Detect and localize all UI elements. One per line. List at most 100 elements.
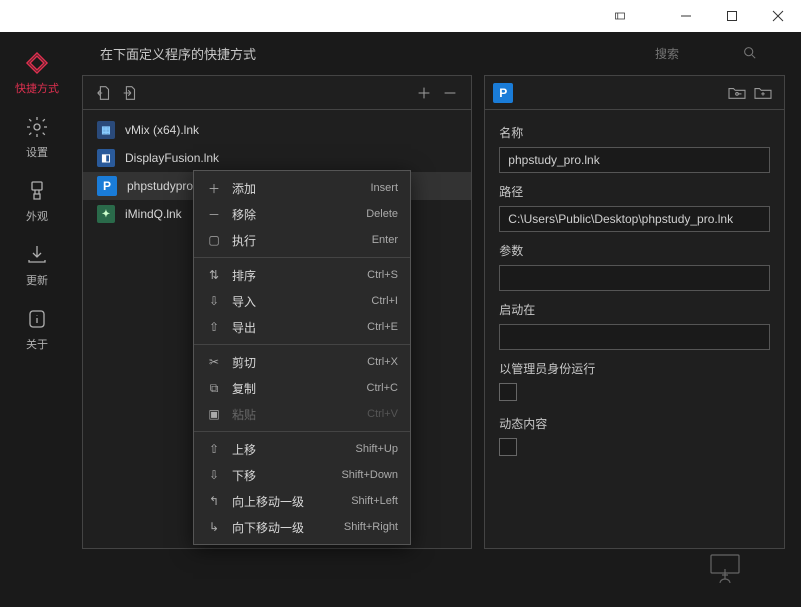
titlebar-extra-icon[interactable] [597,0,643,32]
menu-item-icon: ＋ [206,180,222,197]
minimize-button[interactable] [663,0,709,32]
menu-item-label: 复制 [232,380,357,397]
shortcuts-panel: ▦ vMix (x64).lnk ◧ DisplayFusion.lnk P p… [82,75,472,549]
menu-item-icon: ⇧ [206,442,222,456]
name-label: 名称 [499,124,770,141]
menu-item-shortcut: Delete [366,208,398,220]
menu-item-shortcut: Ctrl+X [367,356,398,368]
startin-label: 启动在 [499,301,770,318]
args-field[interactable] [499,265,770,291]
menu-item-shortcut: Ctrl+V [367,408,398,420]
gear-icon [24,114,50,140]
file-name: DisplayFusion.lnk [125,151,219,165]
context-menu-item[interactable]: －移除Delete [194,201,410,227]
context-menu-item[interactable]: ⇩ 导入 Ctrl+I [194,288,410,314]
admin-checkbox[interactable] [499,383,517,401]
context-menu-item[interactable]: ✂剪切Ctrl+X [194,349,410,375]
info-icon [24,306,50,332]
menu-item-icon: － [206,206,222,223]
add-icon[interactable] [413,82,435,104]
menu-item-label: 导出 [232,319,357,336]
menu-item-label: 下移 [232,467,331,484]
context-menu-item[interactable]: ⧉ 复制 Ctrl+C [194,375,410,401]
menu-item-icon: ▣ [206,407,222,421]
folder-key-icon[interactable] [726,82,748,104]
sidebar-item-settings[interactable]: 设置 [24,114,50,160]
file-name: iMindQ.lnk [125,207,182,221]
context-menu-item[interactable]: ↰向上移动一级Shift+Left [194,488,410,514]
menu-item-label: 添加 [232,180,360,197]
sidebar-item-label: 外观 [26,208,48,224]
menu-item-icon: ⇩ [206,294,222,308]
menu-item-icon: ▢ [206,233,222,247]
sidebar-item-appearance[interactable]: 外观 [24,178,50,224]
menu-item-label: 执行 [232,232,362,249]
context-menu-item[interactable]: ⇧ 导出 Ctrl+E [194,314,410,340]
sidebar-item-update[interactable]: 更新 [24,242,50,288]
path-field[interactable] [499,206,770,232]
app-icon: ◧ [97,149,115,167]
details-panel: P 名称 路径 参数 启动在 [484,75,785,549]
file-in-icon[interactable] [93,82,115,104]
context-menu: ＋添加Insert－移除Delete▢执行Enter⇅排序Ctrl+S⇩导入Ct… [193,170,411,545]
app-icon: ▦ [97,121,115,139]
menu-item-label: 粘贴 [232,406,357,423]
menu-item-icon: ⇅ [206,268,222,282]
diamond-icon [24,50,50,76]
menu-item-icon: ⇩ [206,468,222,482]
sidebar-item-about[interactable]: 关于 [24,306,50,352]
menu-item-shortcut: Shift+Right [344,521,398,533]
name-field[interactable] [499,147,770,173]
menu-item-label: 上移 [232,441,346,458]
menu-item-shortcut: Ctrl+E [367,321,398,333]
context-menu-item[interactable]: ＋添加Insert [194,175,410,201]
menu-item-icon: ⇧ [206,320,222,334]
sidebar-item-label: 更新 [26,272,48,288]
menu-item-icon: ⧉ [206,381,222,396]
menu-item-label: 导入 [232,293,361,310]
admin-label: 以管理员身份运行 [499,360,770,377]
menu-item-shortcut: Shift+Down [341,469,398,481]
file-out-icon[interactable] [119,82,141,104]
sidebar-item-label: 快捷方式 [15,80,59,96]
context-menu-item[interactable]: ⇅排序Ctrl+S [194,262,410,288]
shortcut-list: ▦ vMix (x64).lnk ◧ DisplayFusion.lnk P p… [83,110,471,234]
context-menu-item[interactable]: ▢ 执行 Enter [194,227,410,253]
menu-item-shortcut: Enter [372,234,398,246]
menu-item-shortcut: Shift+Up [356,443,399,455]
list-item[interactable]: ◧ DisplayFusion.lnk [83,144,471,172]
menu-item-shortcut: Ctrl+S [367,269,398,281]
dynamic-label: 动态内容 [499,415,770,432]
brush-icon [24,178,50,204]
page-title: 在下面定义程序的快捷方式 [82,44,655,63]
download-icon [24,242,50,268]
args-label: 参数 [499,242,770,259]
menu-item-icon: ✂ [206,355,222,369]
dynamic-checkbox[interactable] [499,438,517,456]
startin-field[interactable] [499,324,770,350]
sidebar-item-label: 设置 [26,144,48,160]
menu-item-icon: ↰ [206,494,222,508]
path-label: 路径 [499,183,770,200]
app-icon: P [97,176,117,196]
selected-app-icon: P [493,83,513,103]
list-item[interactable]: ▦ vMix (x64).lnk [83,116,471,144]
file-name: phpstudypro [127,179,193,193]
menu-item-shortcut: Ctrl+C [367,382,398,394]
context-menu-item[interactable]: ⇩ 下移 Shift+Down [194,462,410,488]
context-menu-item[interactable]: ↳向下移动一级Shift+Right [194,514,410,540]
context-menu-item: ▣ 粘贴 Ctrl+V [194,401,410,427]
app-icon: ✦ [97,205,115,223]
sidebar-item-label: 关于 [26,336,48,352]
search-input[interactable] [655,47,735,61]
maximize-button[interactable] [709,0,755,32]
menu-item-shortcut: Ctrl+I [371,295,398,307]
search-box[interactable] [655,46,785,62]
remove-icon[interactable] [439,82,461,104]
sidebar: 快捷方式 设置 外观 更新 关于 [0,32,74,607]
close-button[interactable] [755,0,801,32]
sidebar-item-shortcuts[interactable]: 快捷方式 [15,50,59,96]
context-menu-item[interactable]: ⇧ 上移 Shift+Up [194,436,410,462]
folder-open-icon[interactable] [752,82,774,104]
titlebar [0,0,801,32]
